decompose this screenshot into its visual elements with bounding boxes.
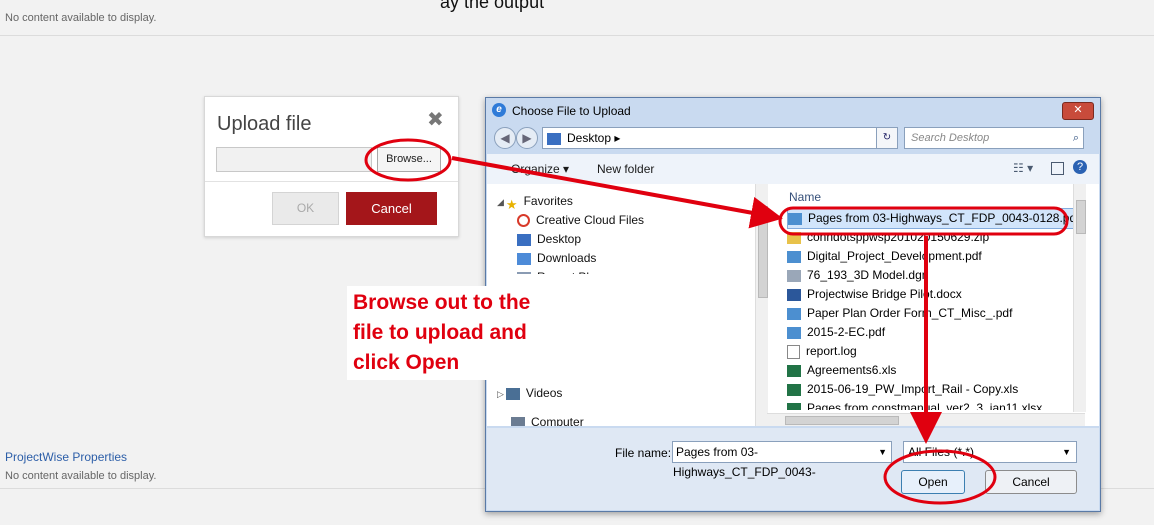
- annotation-overlay: [364, 138, 1069, 505]
- arrow-to-file: [451, 156, 783, 229]
- browse-highlight-ellipse: [364, 138, 452, 182]
- file-highlight-rounded: [778, 206, 1069, 236]
- open-highlight-ellipse: [883, 449, 997, 505]
